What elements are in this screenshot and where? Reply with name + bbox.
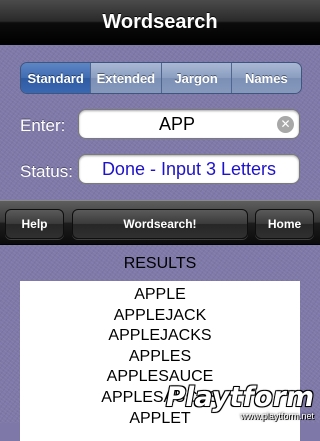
wordsearch-button[interactable]: Wordsearch!: [72, 209, 248, 239]
segment-jargon[interactable]: Jargon: [160, 63, 231, 93]
result-item[interactable]: APPLE: [20, 285, 300, 306]
watermark-url: www.playtform.net: [240, 411, 314, 421]
segment-extended[interactable]: Extended: [90, 63, 161, 93]
input-panel: Standard Extended Jargon Names Enter: AP…: [0, 45, 320, 200]
status-label: Status:: [20, 162, 73, 181]
segment-standard[interactable]: Standard: [21, 63, 91, 93]
status-value: Done - Input 3 Letters: [101, 158, 277, 179]
home-button[interactable]: Home: [255, 209, 314, 239]
toolbar: Help Wordsearch! Home: [0, 200, 320, 245]
results-heading: RESULTS: [123, 255, 197, 272]
page-title: Wordsearch: [102, 10, 218, 33]
dictionary-segmented-control: Standard Extended Jargon Names: [20, 62, 302, 94]
enter-label: Enter:: [20, 116, 66, 135]
watermark-logo: Playtform: [162, 381, 318, 413]
result-item[interactable]: APPLES: [20, 347, 300, 368]
result-item[interactable]: APPLEJACKS: [20, 326, 300, 347]
letters-input[interactable]: APP ✕: [78, 109, 300, 139]
status-field: Done - Input 3 Letters: [78, 154, 300, 184]
result-item[interactable]: APPLEJACK: [20, 306, 300, 327]
letters-input-value: APP: [158, 113, 196, 134]
title-bar: Wordsearch: [0, 0, 320, 45]
help-button[interactable]: Help: [5, 209, 64, 239]
segment-names[interactable]: Names: [230, 63, 301, 93]
watermark: Playtform www.playtform.net: [162, 380, 320, 423]
clear-circle-icon[interactable]: ✕: [277, 116, 294, 133]
